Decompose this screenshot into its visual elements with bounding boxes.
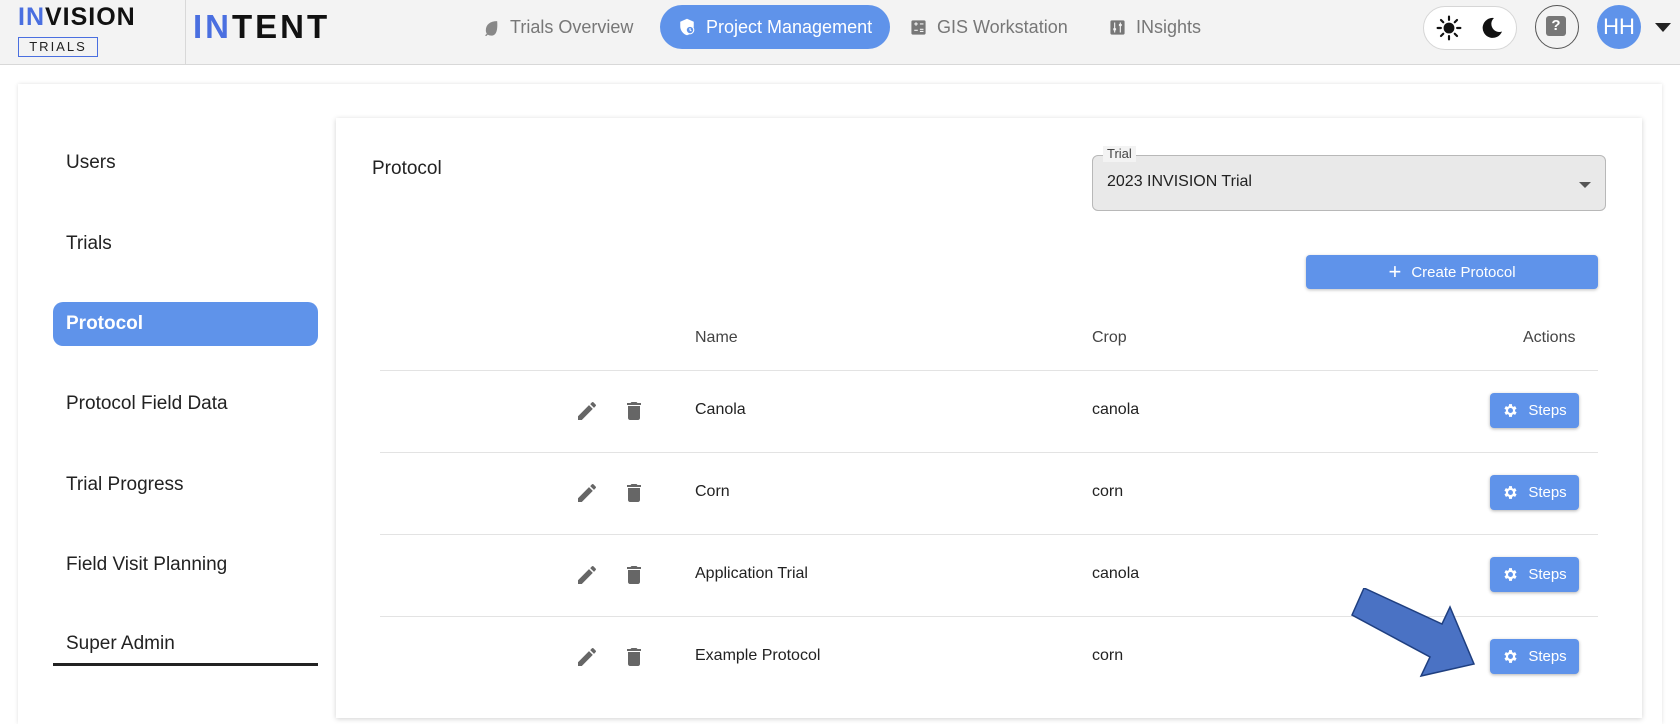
logo-trials-text: TRIALS	[18, 37, 98, 57]
gear-icon	[1504, 650, 1517, 663]
steps-label: Steps	[1528, 484, 1567, 501]
page-title: Protocol	[372, 158, 442, 179]
trial-select-label: Trial	[1103, 146, 1136, 162]
steps-button[interactable]: Steps	[1490, 639, 1579, 674]
trash-icon[interactable]	[622, 563, 646, 587]
nav-gis-workstation[interactable]: GIS Workstation	[892, 5, 1086, 49]
trash-icon[interactable]	[622, 645, 646, 669]
gear-icon	[1504, 486, 1517, 499]
leaf-icon	[485, 20, 498, 36]
nav-label: GIS Workstation	[937, 16, 1068, 37]
nav-label: Project Management	[706, 16, 873, 37]
trash-icon[interactable]	[622, 481, 646, 505]
create-protocol-label: Create Protocol	[1411, 263, 1516, 281]
nav-label: INsights	[1136, 16, 1202, 37]
sidebar-item-field-visit-planning[interactable]: Field Visit Planning	[53, 543, 318, 587]
protocol-name: Application Trial	[695, 565, 808, 582]
steps-button[interactable]: Steps	[1490, 393, 1579, 428]
pencil-icon[interactable]	[575, 481, 599, 505]
nav-label: Trials Overview	[510, 16, 634, 37]
nav-insights[interactable]: INsights	[1091, 5, 1219, 49]
protocol-name: Canola	[695, 401, 746, 418]
trash-icon[interactable]	[622, 399, 646, 423]
pencil-icon[interactable]	[575, 399, 599, 423]
nav-trials-overview[interactable]: Trials Overview	[465, 5, 651, 49]
steps-label: Steps	[1528, 648, 1567, 665]
column-header-name[interactable]: Name	[695, 329, 738, 347]
invision-trials-logo[interactable]: INVISION TRIALS	[0, 0, 186, 64]
calculator-icon	[911, 19, 926, 35]
gear-icon	[1504, 568, 1517, 581]
protocol-crop: canola	[1092, 565, 1140, 582]
trial-select-value: 2023 INVISION Trial	[1107, 173, 1252, 190]
protocol-name: Example Protocol	[695, 647, 821, 664]
trial-select[interactable]: Trial 2023 INVISION Trial	[1092, 146, 1606, 211]
moon-icon[interactable]	[1480, 16, 1504, 40]
sidebar-item-super-admin[interactable]: Super Admin	[53, 622, 318, 666]
protocol-crop: corn	[1092, 647, 1124, 664]
pencil-icon[interactable]	[575, 645, 599, 669]
create-protocol-button[interactable]: + Create Protocol	[1306, 255, 1598, 289]
pencil-icon[interactable]	[575, 563, 599, 587]
steps-label: Steps	[1528, 566, 1567, 583]
protocol-crop: corn	[1092, 483, 1124, 500]
annotation-arrow-icon	[1351, 588, 1476, 678]
sidebar-item-users[interactable]: Users	[53, 141, 318, 185]
steps-button[interactable]: Steps	[1490, 475, 1579, 510]
nav-project-management[interactable]: Project Management	[660, 5, 891, 49]
shield-clock-icon	[680, 18, 695, 36]
protocol-crop: canola	[1092, 401, 1140, 418]
sidebar-item-trial-progress[interactable]: Trial Progress	[53, 463, 318, 507]
dropdown-caret-icon	[1579, 182, 1591, 188]
help-button[interactable]: ?	[1535, 5, 1579, 49]
logo-invision-text: INVISION	[18, 3, 136, 31]
protocol-name: Corn	[695, 483, 730, 500]
sun-icon[interactable]	[1436, 15, 1462, 41]
chevron-down-icon[interactable]	[1655, 23, 1671, 32]
sliders-icon	[1110, 19, 1125, 35]
plus-icon: +	[1388, 259, 1402, 284]
gear-icon	[1504, 404, 1517, 417]
column-header-crop[interactable]: Crop	[1092, 329, 1127, 347]
column-header-actions: Actions	[1523, 329, 1576, 346]
steps-label: Steps	[1528, 402, 1567, 419]
top-header: INVISION TRIALS INTENT Trials Overview P…	[0, 0, 1680, 65]
user-avatar[interactable]: HH	[1597, 5, 1641, 49]
sidebar-item-trials[interactable]: Trials	[53, 222, 318, 266]
table-row: Corn corn Steps	[380, 452, 1598, 534]
table-row: Canola canola Steps	[380, 370, 1598, 452]
sidebar-item-protocol[interactable]: Protocol	[53, 302, 318, 346]
sidebar-item-protocol-field-data[interactable]: Protocol Field Data	[53, 382, 318, 426]
theme-toggle[interactable]	[1423, 6, 1517, 50]
intent-logo[interactable]: INTENT	[193, 8, 330, 46]
steps-button[interactable]: Steps	[1490, 557, 1579, 592]
help-icon: ?	[1546, 16, 1566, 36]
